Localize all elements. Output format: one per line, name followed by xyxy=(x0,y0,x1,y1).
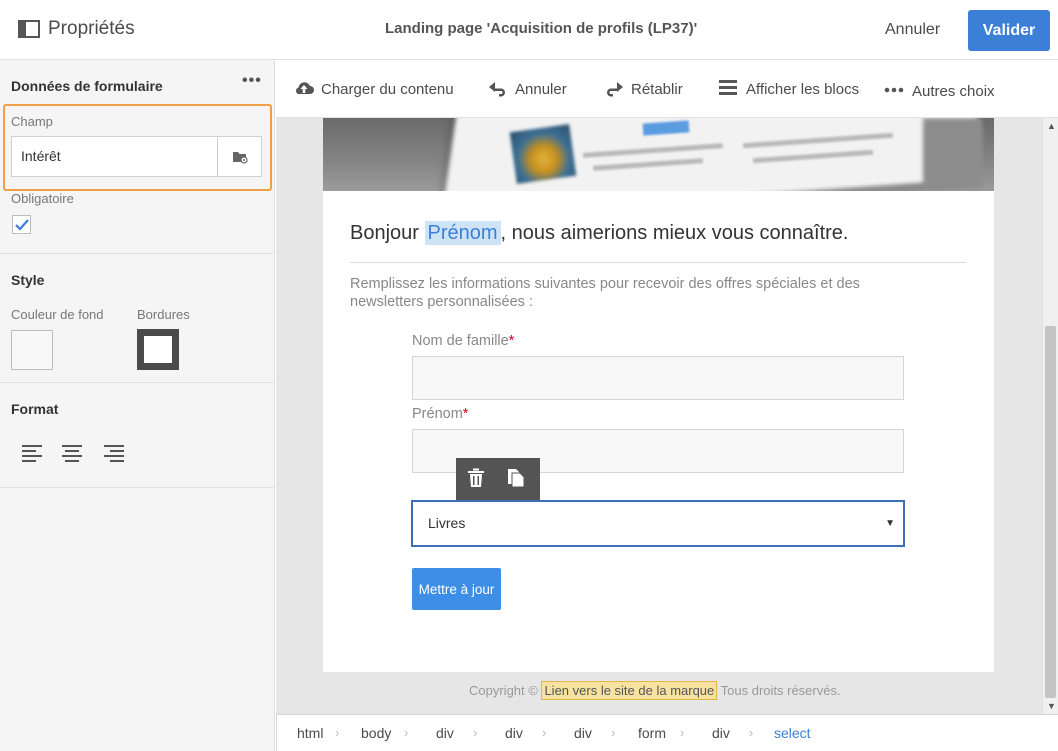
breadcrumb-div[interactable]: div xyxy=(574,725,592,741)
panel-title: Propriétés xyxy=(48,18,135,39)
banner-photo xyxy=(923,118,983,188)
background-color-swatch[interactable] xyxy=(11,330,53,370)
chevron-right-icon: › xyxy=(611,725,616,740)
breadcrumb-select[interactable]: select xyxy=(774,725,811,741)
breadcrumb-div[interactable]: div xyxy=(436,725,454,741)
divider xyxy=(0,382,275,383)
landing-page-content: Bonjour Prénom, nous aimerions mieux vou… xyxy=(323,118,994,672)
greeting-before: Bonjour xyxy=(350,222,425,244)
chevron-right-icon: › xyxy=(680,725,685,740)
dropdown-caret-icon: ▼ xyxy=(885,518,895,529)
more-options-icon[interactable]: ••• xyxy=(242,72,262,90)
chevron-right-icon: › xyxy=(473,725,478,740)
content-divider xyxy=(350,262,966,263)
required-mark: * xyxy=(462,406,469,422)
chevron-right-icon: › xyxy=(542,725,547,740)
border-swatch-inner xyxy=(144,336,172,363)
personalization-token[interactable]: Prénom xyxy=(424,221,501,245)
dom-breadcrumb: html › body › div › div › div › form › d… xyxy=(276,714,1058,751)
footer-suffix: Tous droits réservés. xyxy=(717,683,841,698)
canvas-scrollbar[interactable]: ▲ ▼ xyxy=(1042,118,1058,714)
duplicate-icon[interactable] xyxy=(506,468,526,488)
redo-label: Rétablir xyxy=(631,81,683,98)
editor-canvas: Bonjour Prénom, nous aimerions mieux vou… xyxy=(276,118,1042,714)
align-center-icon[interactable] xyxy=(61,444,83,462)
update-button[interactable]: Mettre à jour xyxy=(412,568,501,610)
lastname-label-text: Nom de famille xyxy=(412,333,509,349)
page-footer: Copyright © Lien vers le site de la marq… xyxy=(469,681,841,700)
border-style-swatch[interactable] xyxy=(137,329,179,370)
undo-icon xyxy=(489,82,505,97)
divider xyxy=(0,253,275,254)
more-icon xyxy=(884,87,904,93)
field-label: Champ xyxy=(11,114,53,129)
section-title-style: Style xyxy=(11,272,45,288)
lastname-input[interactable] xyxy=(412,356,904,400)
chevron-right-icon: › xyxy=(404,725,409,740)
header: Propriétés Landing page 'Acquisition de … xyxy=(0,0,1058,60)
align-right-icon[interactable] xyxy=(103,444,125,462)
load-content-label: Charger du contenu xyxy=(321,81,454,98)
panel-toggle-icon[interactable] xyxy=(18,20,40,38)
breadcrumb-html[interactable]: html xyxy=(297,725,323,741)
more-choices-label: Autres choix xyxy=(912,83,995,100)
greeting-text: Bonjour Prénom, nous aimerions mieux vou… xyxy=(350,221,849,245)
lastname-label: Nom de famille* xyxy=(412,333,514,349)
section-title-form-data: Données de formulaire xyxy=(11,78,163,94)
document-title: Landing page 'Acquisition de profils (LP… xyxy=(385,20,698,37)
chevron-right-icon: › xyxy=(749,725,754,740)
required-label: Obligatoire xyxy=(11,191,74,206)
firstname-label: Prénom* xyxy=(412,406,468,422)
trash-icon[interactable] xyxy=(467,468,485,488)
firstname-label-text: Prénom xyxy=(412,406,463,422)
editor-toolbar: Charger du contenu Annuler Rétablir Affi… xyxy=(276,60,1058,118)
properties-panel: Données de formulaire ••• Champ Intérêt … xyxy=(0,60,275,751)
interest-select-value: Livres xyxy=(428,515,466,531)
scroll-up-icon[interactable]: ▲ xyxy=(1047,121,1056,131)
breadcrumb-form[interactable]: form xyxy=(638,725,666,741)
field-picker-button[interactable] xyxy=(217,136,262,177)
validate-button[interactable]: Valider xyxy=(968,10,1050,51)
interest-select[interactable]: Livres ▼ xyxy=(411,500,905,547)
footer-prefix: Copyright © xyxy=(469,683,542,698)
banner-photo xyxy=(509,124,577,184)
required-mark: * xyxy=(508,333,515,349)
folder-settings-icon xyxy=(233,152,248,164)
breadcrumb-div[interactable]: div xyxy=(712,725,730,741)
breadcrumb-div[interactable]: div xyxy=(505,725,523,741)
intro-text: Remplissez les informations suivantes po… xyxy=(350,276,860,310)
scrollbar-thumb[interactable] xyxy=(1045,326,1056,698)
background-color-label: Couleur de fond xyxy=(11,307,104,322)
block-actions-toolbar xyxy=(456,458,540,500)
chevron-right-icon: › xyxy=(335,725,340,740)
checkmark-icon xyxy=(15,219,29,231)
brand-site-link[interactable]: Lien vers le site de la marque xyxy=(541,681,718,700)
greeting-after: , nous aimerions mieux vous connaître. xyxy=(500,222,849,244)
show-blocks-label: Afficher les blocs xyxy=(746,81,860,98)
scroll-down-icon[interactable]: ▼ xyxy=(1047,701,1056,711)
banner-image xyxy=(323,118,994,191)
cloud-upload-icon xyxy=(296,82,314,94)
breadcrumb-body[interactable]: body xyxy=(361,725,391,741)
field-input[interactable]: Intérêt xyxy=(11,136,218,177)
align-left-icon[interactable] xyxy=(21,444,43,462)
redo-icon xyxy=(607,82,623,97)
undo-label: Annuler xyxy=(515,81,567,98)
divider xyxy=(0,487,275,488)
borders-label: Bordures xyxy=(137,307,190,322)
cancel-button[interactable]: Annuler xyxy=(885,21,940,39)
required-checkbox[interactable] xyxy=(12,215,31,234)
section-title-format: Format xyxy=(11,401,59,417)
blocks-icon xyxy=(719,80,737,95)
